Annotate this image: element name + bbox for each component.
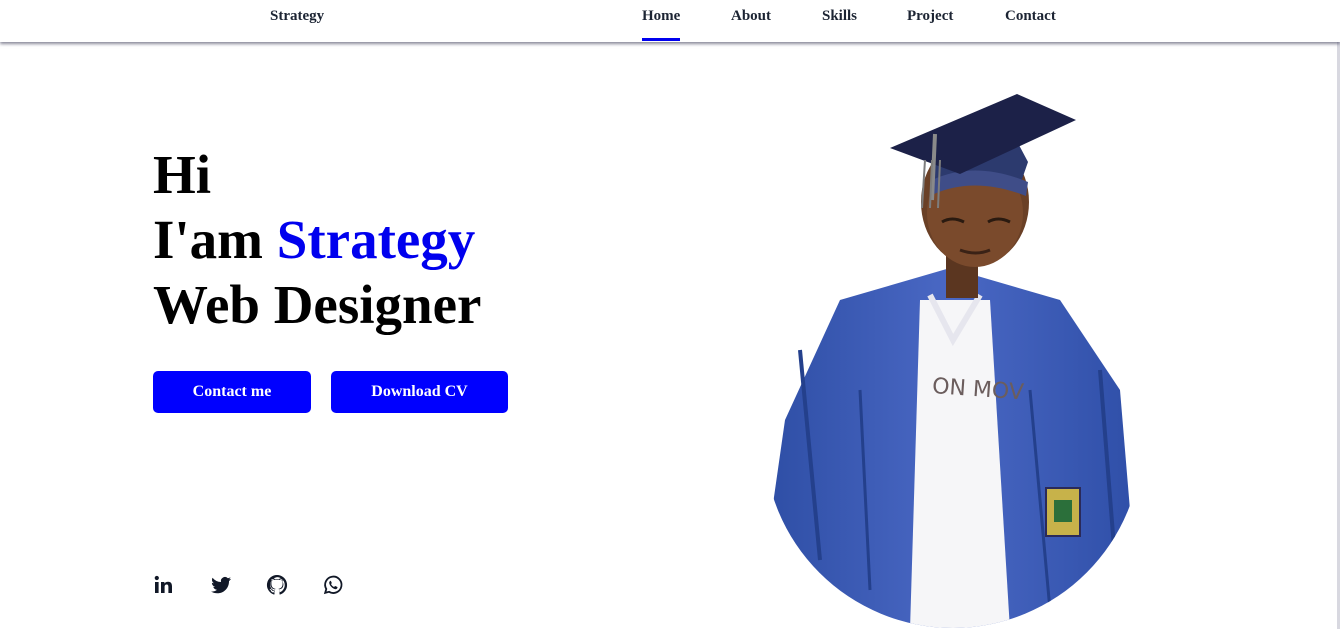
twitter-icon[interactable] (209, 573, 233, 597)
hero-role: Web Designer (153, 274, 482, 335)
profile-photo: ON MOV (760, 90, 1150, 629)
download-cv-button[interactable]: Download CV (331, 371, 508, 413)
nav-contact[interactable]: Contact (1005, 8, 1056, 25)
nav-about[interactable]: About (731, 8, 771, 25)
nav-home[interactable]: Home (642, 8, 681, 41)
hero-intro: I'am (153, 209, 277, 270)
nav-project[interactable]: Project (907, 8, 953, 25)
linkedin-icon[interactable] (152, 573, 176, 597)
whatsapp-icon[interactable] (321, 573, 345, 597)
site-logo[interactable]: Strategy (270, 8, 324, 25)
hero-name: Strategy (276, 209, 476, 270)
contact-me-button[interactable]: Contact me (153, 371, 311, 413)
site-header: Strategy Home About Skills Project Conta… (0, 0, 1340, 42)
github-icon[interactable] (265, 573, 289, 597)
nav-skills[interactable]: Skills (822, 8, 857, 25)
hero-greeting: Hi (153, 144, 212, 205)
hero-heading: Hi I'am Strategy Web Designer (153, 142, 481, 337)
